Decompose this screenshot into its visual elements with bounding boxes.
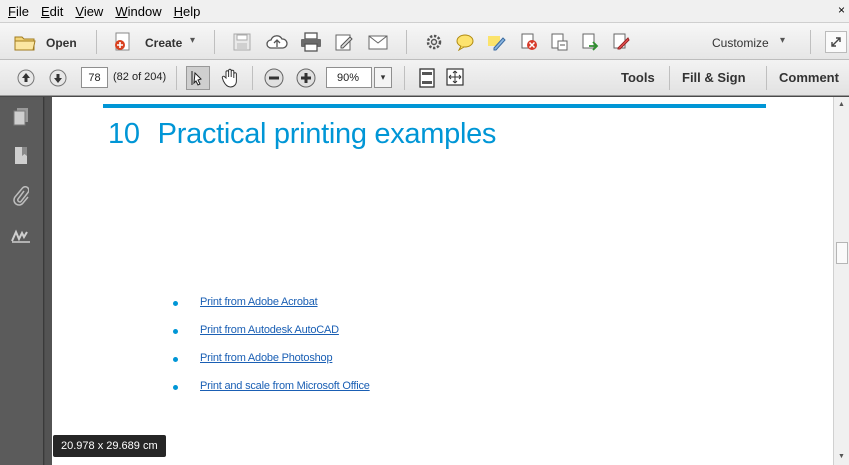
toolbar-divider	[214, 30, 215, 54]
toolbar-divider	[404, 66, 405, 90]
cloud-upload-icon[interactable]	[266, 32, 288, 52]
page-size-tooltip: 20.978 x 29.689 cm	[53, 435, 166, 457]
navigation-pane	[0, 97, 44, 465]
zoom-level-input[interactable]: 90%	[326, 67, 372, 88]
menu-help[interactable]: Help	[170, 4, 209, 19]
menu-edit[interactable]: Edit	[37, 4, 71, 19]
gear-icon[interactable]	[424, 32, 444, 52]
vertical-scrollbar[interactable]: ▲ ▼	[833, 97, 849, 465]
zoom-in-icon[interactable]	[295, 67, 316, 88]
create-dropdown-icon[interactable]: ▾	[190, 35, 195, 46]
create-button[interactable]: Create	[145, 36, 182, 50]
link-print-acrobat[interactable]: Print from Adobe Acrobat	[200, 296, 318, 308]
select-cursor-icon[interactable]	[186, 66, 210, 90]
previous-page-icon[interactable]	[16, 68, 36, 88]
sign-document-icon[interactable]	[611, 32, 631, 52]
navigation-toolbar: 78 (82 of 204) 90% ▾ Tools Fill & Sign C…	[0, 60, 849, 96]
folder-icon[interactable]	[13, 32, 37, 52]
bullet-icon	[173, 329, 178, 334]
attachments-icon[interactable]	[10, 185, 32, 207]
link-print-photoshop[interactable]: Print from Adobe Photoshop	[200, 352, 333, 364]
hand-tool-icon[interactable]	[218, 66, 242, 90]
next-page-icon[interactable]	[48, 68, 68, 88]
tools-pane-button[interactable]: Tools	[621, 70, 655, 85]
menu-file[interactable]: File	[4, 4, 37, 19]
toolbar-divider	[406, 30, 407, 54]
chapter-title: 10 Practical printing examples	[108, 118, 496, 151]
edit-document-icon[interactable]	[334, 32, 354, 52]
highlight-icon[interactable]	[487, 32, 507, 52]
page-number-input[interactable]: 78	[81, 67, 108, 88]
zoom-dropdown-icon[interactable]: ▾	[374, 67, 392, 88]
chapter-number: 10	[108, 118, 140, 150]
fill-sign-pane-button[interactable]: Fill & Sign	[682, 70, 746, 85]
bullet-icon	[173, 357, 178, 362]
zoom-out-icon[interactable]	[263, 67, 284, 88]
scrollbar-thumb[interactable]	[836, 242, 848, 264]
open-button[interactable]: Open	[46, 36, 77, 50]
bullet-icon	[173, 385, 178, 390]
page-count-label: (82 of 204)	[113, 71, 167, 83]
link-print-autocad[interactable]: Print from Autodesk AutoCAD	[200, 324, 339, 336]
bullet-icon	[173, 301, 178, 306]
scroll-down-icon[interactable]: ▼	[838, 453, 845, 460]
full-screen-icon[interactable]	[444, 66, 466, 88]
create-pdf-icon[interactable]	[111, 31, 135, 53]
menu-bar: File Edit View Window Help ×	[0, 0, 849, 22]
expand-icon[interactable]	[825, 31, 847, 53]
toolbar-divider	[766, 66, 767, 90]
print-icon[interactable]	[300, 31, 322, 53]
insert-pages-icon[interactable]	[580, 32, 600, 52]
toolbar-divider	[252, 66, 253, 90]
delete-pages-icon[interactable]	[519, 32, 539, 52]
fit-page-icon[interactable]	[417, 66, 437, 90]
chapter-header-rule	[103, 104, 766, 108]
scroll-up-icon[interactable]: ▲	[838, 101, 845, 108]
extract-pages-icon[interactable]	[549, 32, 569, 52]
close-document-icon[interactable]: ×	[838, 3, 845, 17]
email-icon[interactable]	[367, 33, 389, 51]
chapter-title-text: Practical printing examples	[157, 118, 497, 150]
main-toolbar: Open Create ▾ Customize ▾	[0, 22, 849, 60]
signatures-icon[interactable]	[10, 225, 32, 247]
toolbar-divider	[96, 30, 97, 54]
toolbar-divider	[176, 66, 177, 90]
customize-button[interactable]: Customize	[712, 36, 769, 50]
page-thumbnails-icon[interactable]	[10, 106, 32, 128]
comment-icon[interactable]	[455, 32, 475, 52]
save-icon[interactable]	[232, 32, 252, 52]
customize-dropdown-icon[interactable]: ▾	[780, 35, 785, 46]
comment-pane-button[interactable]: Comment	[779, 70, 839, 85]
menu-window[interactable]: Window	[111, 4, 169, 19]
document-page: 10 Practical printing examples Print from…	[52, 97, 833, 465]
bookmarks-icon[interactable]	[10, 145, 32, 167]
toolbar-divider	[810, 30, 811, 54]
toolbar-divider	[669, 66, 670, 90]
link-print-office[interactable]: Print and scale from Microsoft Office	[200, 380, 370, 392]
menu-view[interactable]: View	[71, 4, 111, 19]
